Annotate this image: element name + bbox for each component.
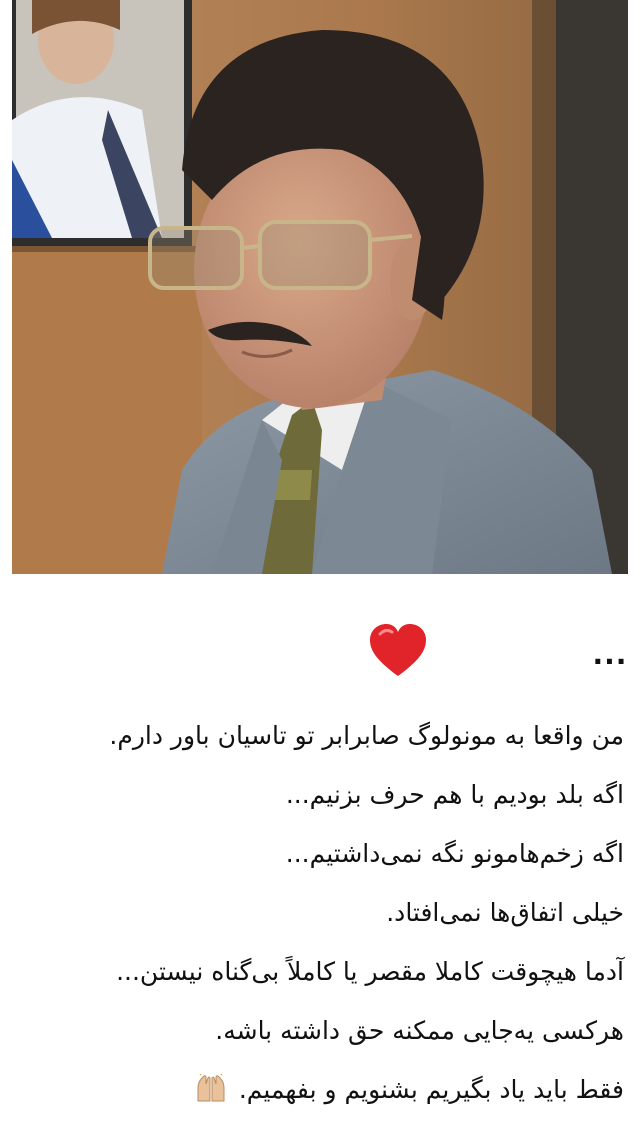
caption-line: من واقعا به مونولوگ صابرابر تو تاسیان با…	[109, 721, 624, 750]
post-photo[interactable]	[12, 0, 628, 574]
photo-illustration	[12, 0, 628, 574]
caption-line: آدما هیچوقت کاملا مقصر یا کاملاً بی‌گناه…	[116, 957, 624, 986]
caption-line: فقط باید یاد بگیریم بشنویم و بفهمیم.	[238, 1075, 624, 1104]
post-caption: من واقعا به مونولوگ صابرابر تو تاسیان با…	[14, 706, 624, 1119]
more-options-button[interactable]: ...	[590, 640, 630, 670]
post-screen: ... من واقعا به مونولوگ صابرابر تو تاسیا…	[0, 0, 640, 1136]
caption-last-line: فقط باید یاد بگیریم بشنویم و بفهمیم.	[14, 1060, 624, 1119]
red-heart-icon	[366, 620, 430, 684]
raised-hands-icon	[195, 1064, 227, 1102]
caption-line: خیلی اتفاق‌ها نمی‌افتاد.	[386, 898, 624, 927]
caption-line: اگه زخم‌هامونو نگه نمی‌داشتیم...	[285, 839, 624, 868]
more-options-icon: ...	[592, 638, 628, 671]
caption-line: هرکسی یه‌جایی ممکنه حق داشته باشه.	[215, 1016, 624, 1045]
caption-line: اگه بلد بودیم با هم حرف بزنیم...	[285, 780, 624, 809]
